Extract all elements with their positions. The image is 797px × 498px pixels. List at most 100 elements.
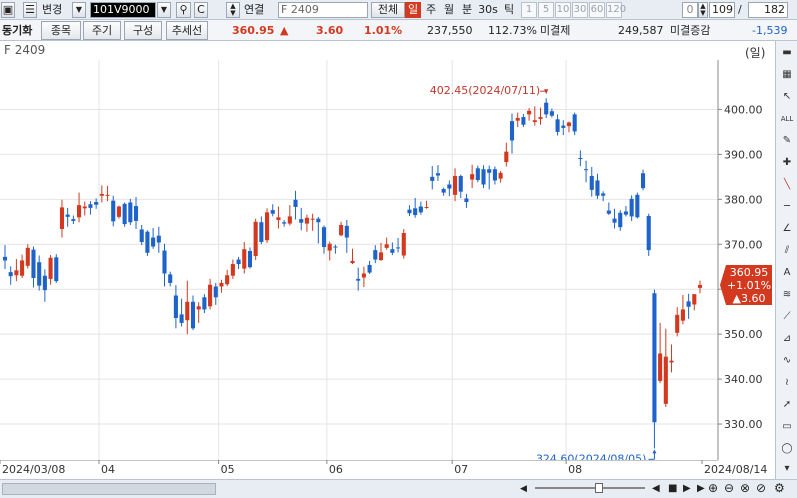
cycle-icon[interactable]: ∿ <box>779 353 795 369</box>
play-icon[interactable]: ▶ <box>683 483 691 494</box>
more-icon[interactable]: ▾ <box>779 461 795 477</box>
rectangle-icon[interactable]: ▭ <box>779 419 795 435</box>
candle <box>606 202 611 216</box>
candle <box>54 254 59 283</box>
all-icon[interactable]: ALL <box>779 111 795 127</box>
y-tick-label: 400.00 <box>724 103 763 116</box>
cursor-icon[interactable]: ↖ <box>779 89 795 105</box>
change-dropdown-icon[interactable]: ▼ <box>72 2 86 18</box>
total-field[interactable]: 182 <box>748 2 788 18</box>
candle <box>697 280 703 294</box>
angle-line-icon[interactable]: ∠ <box>779 221 795 237</box>
candle-body <box>333 246 338 248</box>
arrow-icon[interactable]: ➚ <box>779 397 795 413</box>
settings-icon[interactable]: ⚙ <box>774 481 785 495</box>
eraser-icon[interactable]: ✎ <box>779 133 795 149</box>
candle-body <box>270 210 275 214</box>
code-dropdown-icon[interactable]: ▼ <box>157 2 171 18</box>
minute-option[interactable]: 60 <box>589 2 605 18</box>
y-tick-label: 330.00 <box>724 418 763 431</box>
candle-body <box>618 212 623 228</box>
period-tab[interactable]: 분 <box>459 2 475 18</box>
candle-body <box>635 194 640 218</box>
candle-body <box>59 207 65 229</box>
code-input[interactable]: 101V9000 <box>90 2 156 18</box>
scroll-end-icon[interactable]: ▶ <box>697 483 705 494</box>
tab-item[interactable]: 종목 <box>41 21 81 40</box>
link-label[interactable]: 연결 <box>244 2 264 18</box>
period-tab[interactable]: 월 <box>441 2 457 18</box>
period-tab[interactable]: 30s <box>477 2 499 18</box>
candle-body <box>48 257 53 279</box>
minute-option[interactable]: 10 <box>555 2 571 18</box>
text-tool-icon[interactable]: A <box>779 265 795 281</box>
crosshair-icon[interactable]: ✚ <box>779 155 795 171</box>
window-icon[interactable]: ▣ <box>1 2 15 18</box>
candle <box>595 173 600 199</box>
x-tick-label: 06 <box>329 463 343 476</box>
spin-icon[interactable]: ▲ ▼ <box>226 2 240 18</box>
candle-body <box>378 252 384 260</box>
search-icon[interactable]: ⚲ <box>176 2 191 18</box>
fan-icon[interactable]: ⟋ <box>779 309 795 325</box>
zoom-out-icon[interactable]: ⊖ <box>724 481 734 495</box>
line-tool-icon[interactable]: ╲ <box>779 177 795 193</box>
candle-body <box>230 264 235 276</box>
grid-icon[interactable]: ▦ <box>779 67 795 83</box>
candle-body <box>173 295 178 318</box>
candle <box>264 208 270 243</box>
candle-body <box>111 200 116 222</box>
gann-icon[interactable]: ⊿ <box>779 331 795 347</box>
candle-body <box>572 114 577 132</box>
product-name-field[interactable]: F 2409 <box>278 2 368 18</box>
calc-icon[interactable]: C <box>194 2 208 18</box>
zoom-slider-handle[interactable] <box>595 483 603 493</box>
tab-compose[interactable]: 구성 <box>124 21 162 40</box>
candlestick-chart[interactable]: 330.00340.00350.00360.00370.00380.00390.… <box>0 60 775 460</box>
candle-body <box>532 120 537 123</box>
candle-body <box>669 360 674 363</box>
zero-field[interactable]: 0 <box>682 2 698 18</box>
candle <box>646 213 651 256</box>
separator-slash: / <box>738 3 742 16</box>
scroll-start-icon[interactable]: ◀ <box>652 483 660 494</box>
candle-body <box>247 251 253 268</box>
period-tab[interactable]: 틱 <box>501 2 517 18</box>
chart-title-bar: F 2409 (일) <box>0 41 797 60</box>
tab-period[interactable]: 주기 <box>83 21 121 40</box>
fibonacci-icon[interactable]: ≋ <box>779 287 795 303</box>
horizontal-scrollbar[interactable] <box>2 483 216 495</box>
count-field[interactable]: 109 <box>709 2 735 18</box>
zoom-slider[interactable] <box>535 487 645 489</box>
candle-body <box>253 221 258 256</box>
candle-body <box>498 172 503 179</box>
zero-spin-icon[interactable]: ▲ ▼ <box>698 2 708 18</box>
candle-body <box>94 202 99 205</box>
candle <box>116 205 121 219</box>
period-tab[interactable]: 일 <box>405 2 421 18</box>
wave-icon[interactable]: ≀ <box>779 375 795 391</box>
stop-icon[interactable]: ■ <box>668 483 677 494</box>
tab-trendline[interactable]: 추세선 <box>166 21 208 40</box>
all-button[interactable]: 전체 <box>371 2 405 18</box>
horizontal-line-icon[interactable]: ─ <box>779 199 795 215</box>
parallel-icon[interactable]: ⫽ <box>779 243 795 259</box>
minute-option[interactable]: 120 <box>606 2 626 18</box>
minute-option[interactable]: 30 <box>572 2 588 18</box>
change-label[interactable]: 변경 <box>42 2 62 18</box>
scroll-left-icon[interactable]: ◀ <box>520 483 530 495</box>
menu-icon[interactable]: ☰ <box>23 2 37 18</box>
y-tick-label: 370.00 <box>724 238 763 251</box>
period-tab[interactable]: 주 <box>423 2 439 18</box>
candle-body <box>225 275 230 285</box>
zoom-fit-icon[interactable]: ⊗ <box>740 481 750 495</box>
ellipse-icon[interactable]: ◯ <box>779 441 795 457</box>
zoom-reset-icon[interactable]: ⊘ <box>756 481 766 495</box>
candle-body <box>447 184 452 189</box>
candle-body <box>208 284 213 307</box>
minus-icon[interactable]: ▬ <box>779 45 795 61</box>
zoom-in-icon[interactable]: ⊕ <box>708 481 718 495</box>
minute-option[interactable]: 1 <box>521 2 537 18</box>
minute-option[interactable]: 5 <box>538 2 554 18</box>
candle <box>179 298 184 327</box>
